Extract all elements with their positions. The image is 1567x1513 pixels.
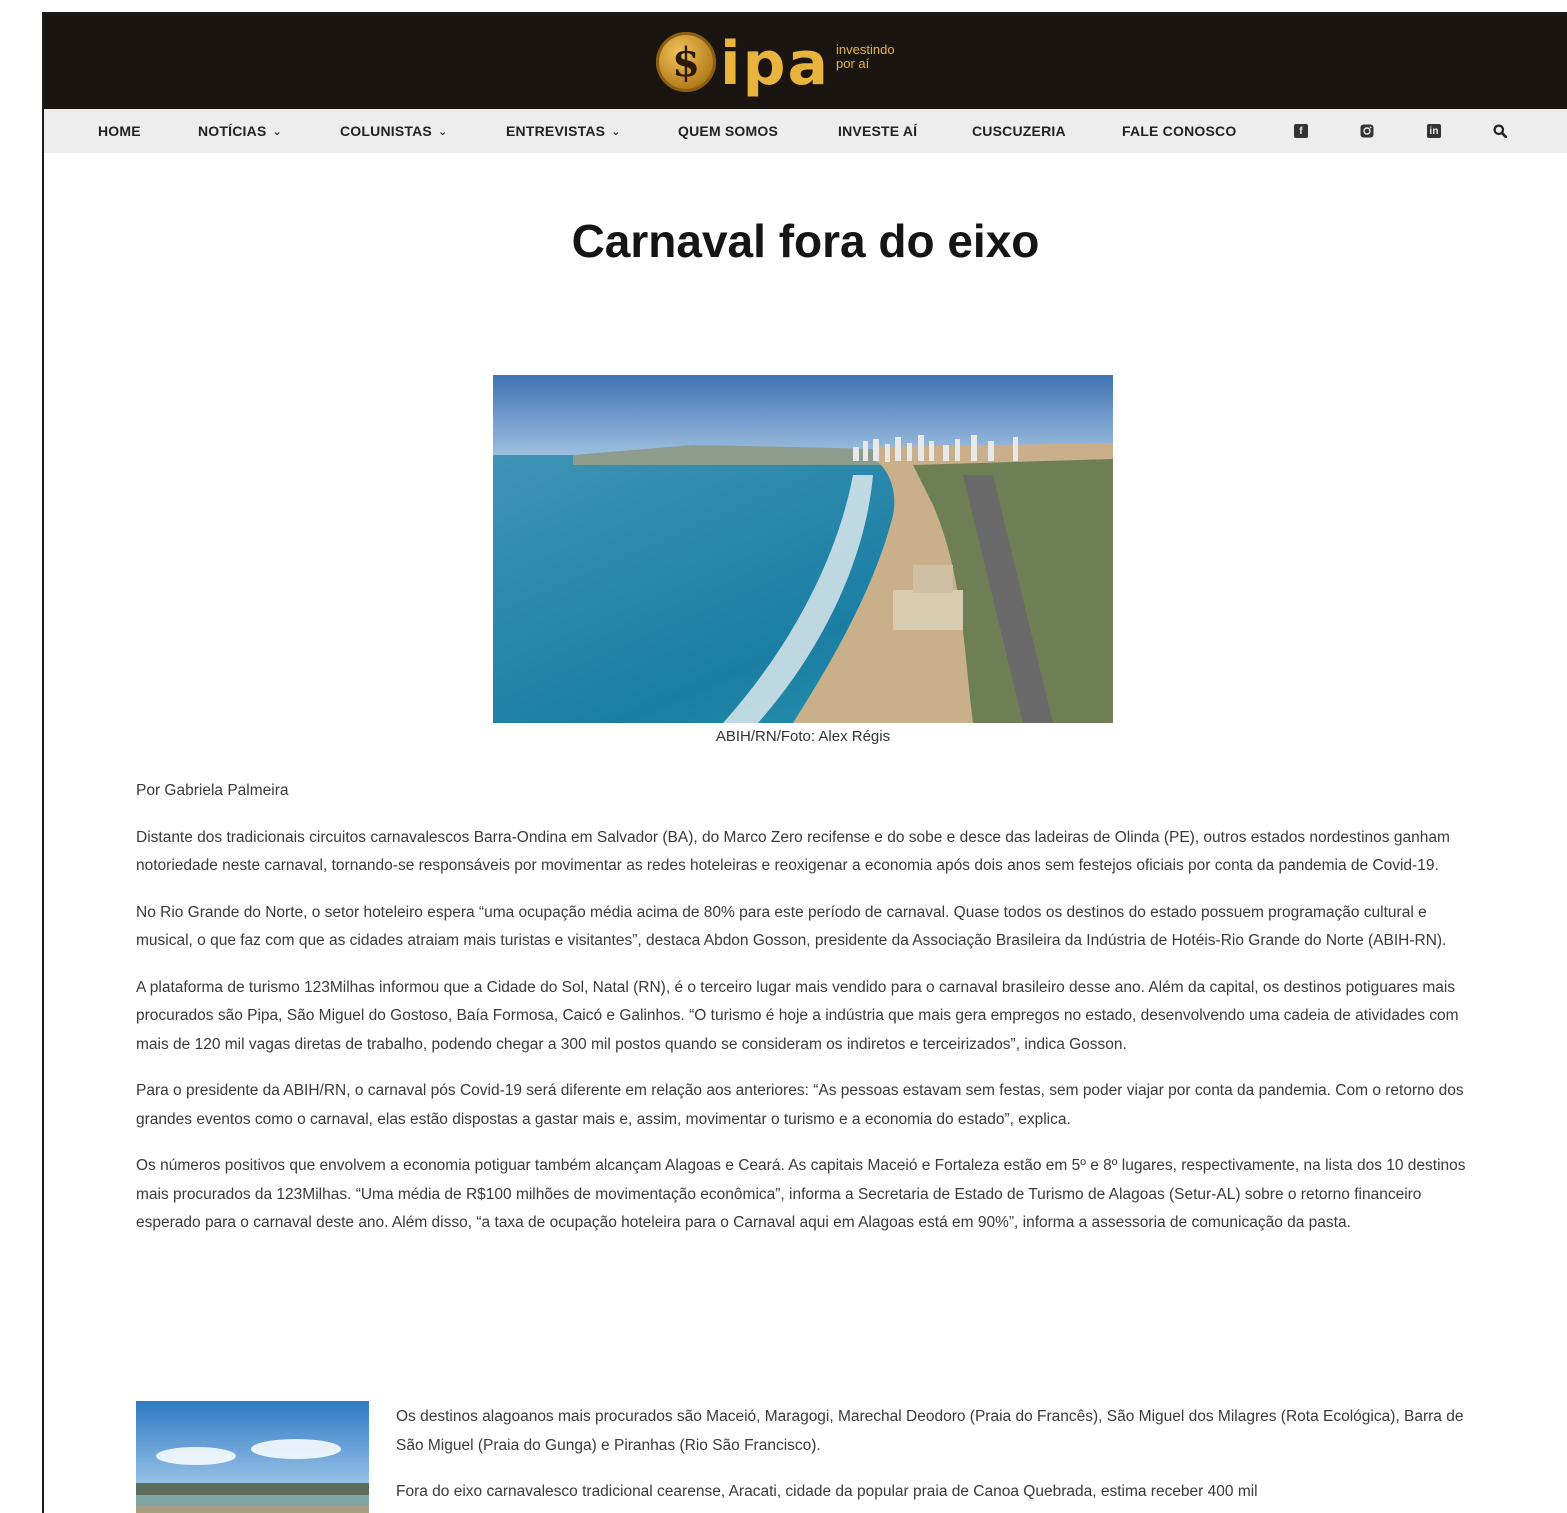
logo-tagline-line-1: investindo [836, 42, 895, 57]
nav-item-label: CUSCUZERIA [972, 123, 1066, 139]
nav-item-fale-conosco[interactable]: FALE CONOSCO [1122, 109, 1236, 153]
nav-item-label: FALE CONOSCO [1122, 123, 1237, 139]
nav-item-quem-somos[interactable]: QUEM SOMOS [678, 109, 778, 153]
article-paragraph: Fora do eixo carnavalesco tradicional ce… [396, 1483, 1258, 1500]
nav-item-label: QUEM SOMOS [678, 123, 779, 139]
instagram-link[interactable] [1360, 109, 1374, 153]
linkedin-icon: in [1427, 124, 1441, 138]
nav-item-label: INVESTE AÍ [838, 123, 918, 139]
article-byline: Por Gabriela Palmeira [136, 782, 289, 799]
nav-item-label: NOTÍCIAS [198, 123, 267, 139]
nav-item-label: ENTREVISTAS [506, 123, 606, 139]
browser-viewport: $ ipa investindo por aí HOME NOTÍCIAS ⌄ C… [42, 12, 1567, 1513]
nav-item-cuscuzeria[interactable]: CUSCUZERIA [972, 109, 1066, 153]
article-paragraph: A plataforma de turismo 123Milhas inform… [136, 978, 1459, 1053]
chevron-down-icon: ⌄ [611, 125, 621, 138]
nav-item-home[interactable]: HOME [98, 109, 141, 153]
nav-item-noticias[interactable]: NOTÍCIAS ⌄ [198, 109, 282, 153]
logo-tagline: investindo por aí [836, 43, 895, 71]
inline-beach-image[interactable] [136, 1401, 369, 1513]
article-body: Por Gabriela Palmeira Distante dos tradi… [136, 777, 1476, 1256]
article-side-text: Os destinos alagoanos mais procurados sã… [396, 1403, 1476, 1513]
image-caption: ABIH/RN/Foto: Alex Régis [715, 728, 891, 745]
site-header: $ ipa investindo por aí [44, 14, 1567, 109]
nav-item-label: HOME [98, 123, 141, 139]
coin-logo-icon: $ [656, 32, 716, 92]
coastline-aerial-photo [493, 375, 1113, 723]
logo-tagline-line-2: por aí [836, 56, 870, 71]
article-paragraph: Distante dos tradicionais circuitos carn… [136, 828, 1450, 875]
article-paragraph: Os números positivos que envolvem a econ… [136, 1157, 1466, 1231]
nav-item-investe-ai[interactable]: INVESTE AÍ [838, 109, 917, 153]
beach-photo [136, 1401, 369, 1513]
nav-item-colunistas[interactable]: COLUNISTAS ⌄ [340, 109, 447, 153]
article-title: Carnaval fora do eixo [571, 215, 1040, 267]
chevron-down-icon: ⌄ [437, 125, 448, 138]
facebook-icon: f [1294, 124, 1308, 138]
site-logo[interactable]: $ ipa investindo por aí [656, 22, 895, 102]
main-navigation: HOME NOTÍCIAS ⌄ COLUNISTAS ⌄ ENTREVISTAS ⌄ … [44, 109, 1567, 153]
search-button[interactable] [1493, 109, 1507, 153]
facebook-link[interactable]: f [1294, 109, 1308, 153]
instagram-icon [1360, 124, 1374, 138]
article-paragraph: No Rio Grande do Norte, o setor hoteleir… [136, 903, 1447, 950]
nav-item-entrevistas[interactable]: ENTREVISTAS ⌄ [506, 109, 621, 153]
article-hero-image[interactable] [493, 375, 1113, 723]
nav-item-label: COLUNISTAS [340, 123, 432, 139]
chevron-down-icon: ⌄ [272, 125, 282, 138]
article-paragraph: Os destinos alagoanos mais procurados sã… [396, 1408, 1464, 1454]
article-paragraph: Para o presidente da ABIH/RN, o carnaval… [136, 1082, 1464, 1128]
search-icon [1493, 124, 1507, 138]
logo-wordmark: ipa [720, 29, 831, 99]
linkedin-link[interactable]: in [1427, 109, 1441, 153]
